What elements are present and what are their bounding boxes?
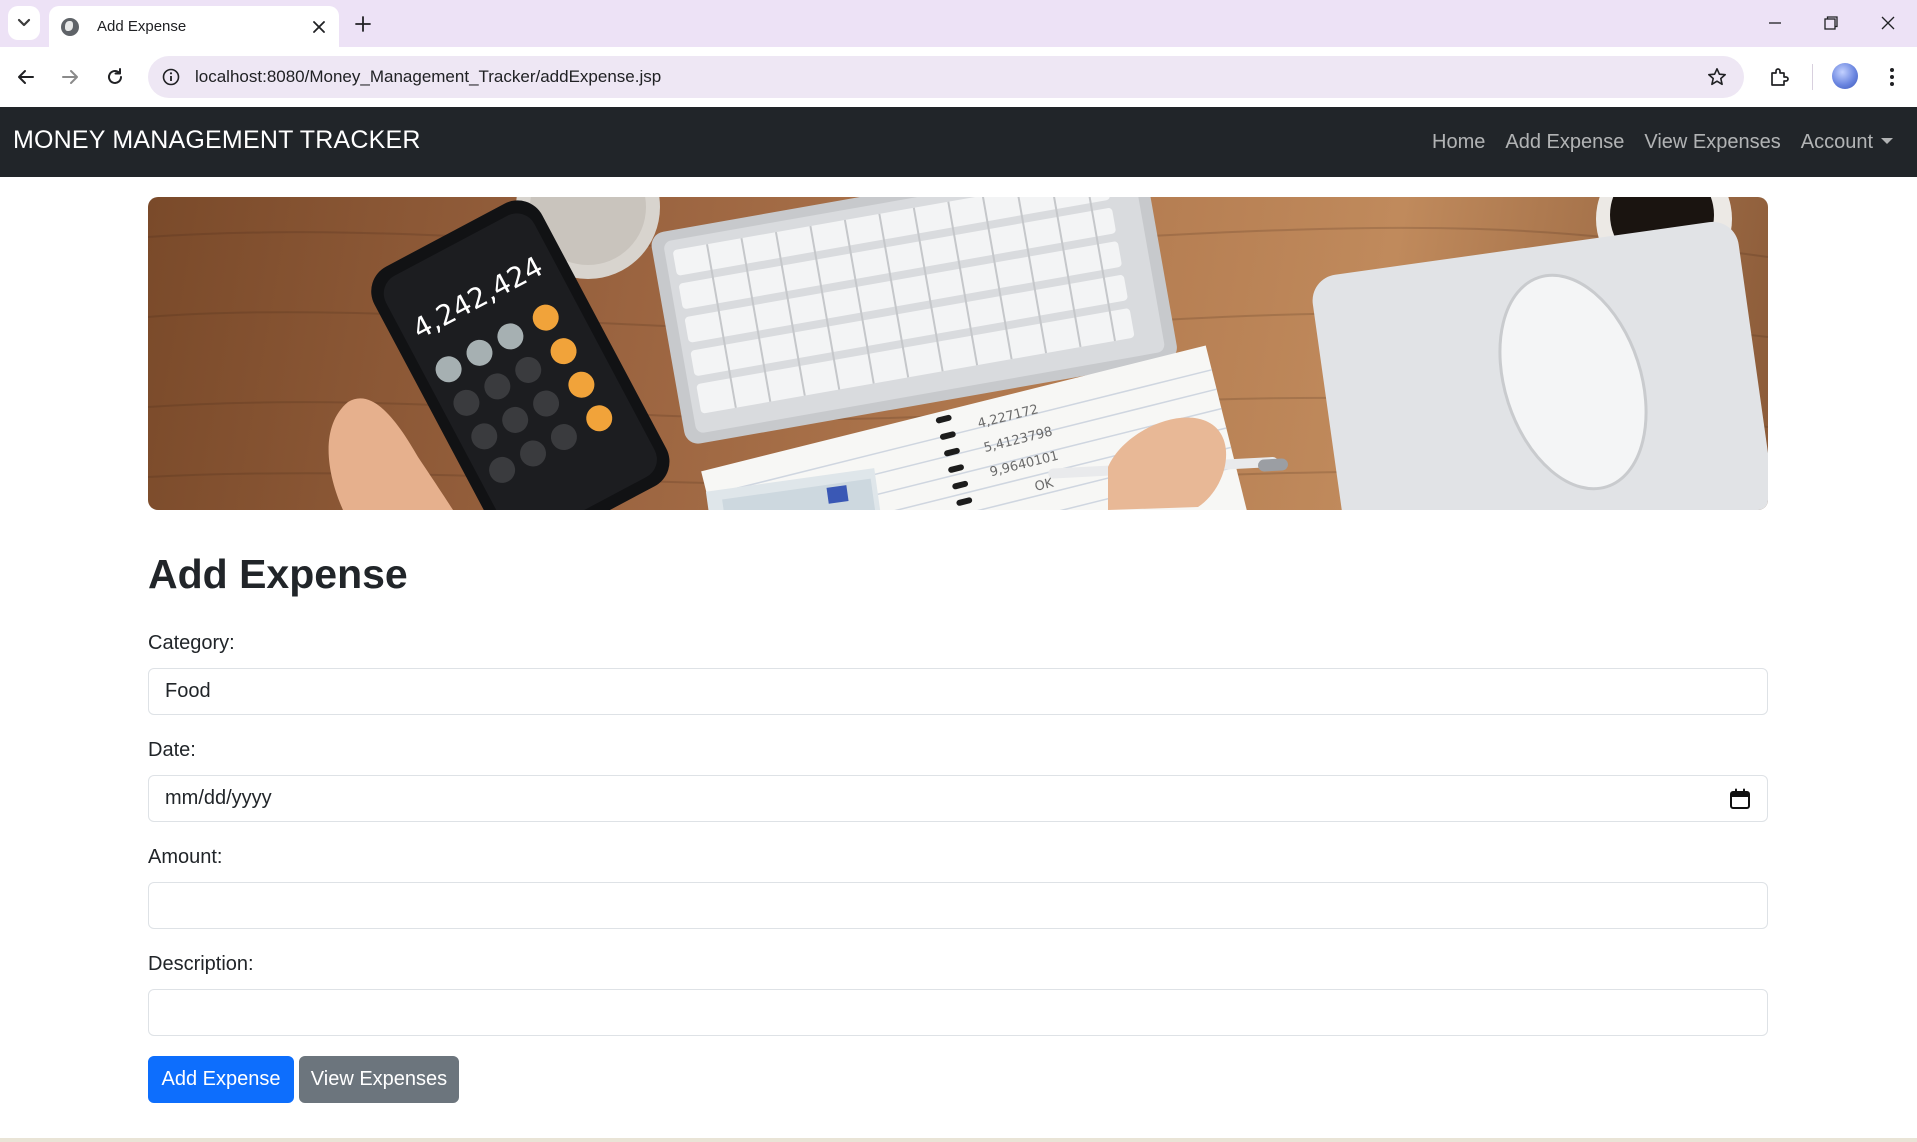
description-input[interactable] xyxy=(148,989,1768,1036)
date-label: Date: xyxy=(148,739,196,761)
profile-avatar[interactable] xyxy=(1832,63,1858,89)
nav-add-expense[interactable]: Add Expense xyxy=(1505,131,1624,154)
reload-icon[interactable] xyxy=(99,61,131,93)
nav-view-expenses[interactable]: View Expenses xyxy=(1644,131,1780,154)
globe-icon xyxy=(61,17,79,36)
nav-links: Home Add Expense View Expenses Account xyxy=(1432,107,1893,177)
forward-icon[interactable] xyxy=(54,61,86,93)
nav-account-dropdown[interactable]: Account xyxy=(1801,131,1893,154)
page-title: Add Expense xyxy=(148,551,408,597)
extensions-icon[interactable] xyxy=(1763,61,1795,93)
hero-illustration: 4,227172 5,4123798 9,9640101 OK 4,242,42… xyxy=(148,197,1768,510)
url-text: localhost:8080/Money_Management_Tracker/… xyxy=(195,67,662,86)
plus-icon[interactable] xyxy=(350,11,376,37)
bookmark-star-icon[interactable] xyxy=(1702,62,1732,92)
menu-icon[interactable] xyxy=(1876,61,1908,93)
browser-toolbar: localhost:8080/Money_Management_Tracker/… xyxy=(0,47,1917,107)
close-icon[interactable] xyxy=(309,17,329,37)
tab-search-icon[interactable] xyxy=(8,6,40,40)
tab-title: Add Expense xyxy=(97,18,187,35)
date-placeholder: mm/dd/yyyy xyxy=(165,787,272,809)
nav-home[interactable]: Home xyxy=(1432,131,1485,154)
view-expenses-button[interactable]: View Expenses xyxy=(299,1056,459,1103)
hero-banner-image: 4,227172 5,4123798 9,9640101 OK 4,242,42… xyxy=(148,197,1768,510)
category-label: Category: xyxy=(148,632,235,654)
site-info-icon[interactable] xyxy=(159,65,183,89)
amount-input[interactable] xyxy=(148,882,1768,929)
brand-link[interactable]: MONEY MANAGEMENT TRACKER xyxy=(13,126,421,155)
toolbar-divider xyxy=(1812,64,1813,90)
address-bar[interactable]: localhost:8080/Money_Management_Tracker/… xyxy=(148,56,1744,98)
add-expense-button[interactable]: Add Expense xyxy=(148,1056,294,1103)
site-navbar: MONEY MANAGEMENT TRACKER Home Add Expens… xyxy=(0,107,1917,177)
page-bottom-border xyxy=(0,1138,1917,1142)
category-input[interactable]: Food xyxy=(148,668,1768,715)
browser-tabbar: Add Expense xyxy=(0,0,1917,47)
browser-tab[interactable]: Add Expense xyxy=(49,6,339,47)
minimize-icon[interactable] xyxy=(1752,8,1798,38)
amount-label: Amount: xyxy=(148,846,223,868)
back-icon[interactable] xyxy=(10,61,42,93)
date-input[interactable]: mm/dd/yyyy xyxy=(148,775,1768,822)
window-close-icon[interactable] xyxy=(1865,8,1911,38)
description-label: Description: xyxy=(148,953,254,975)
restore-icon[interactable] xyxy=(1808,8,1854,38)
calendar-icon[interactable] xyxy=(1729,788,1751,810)
